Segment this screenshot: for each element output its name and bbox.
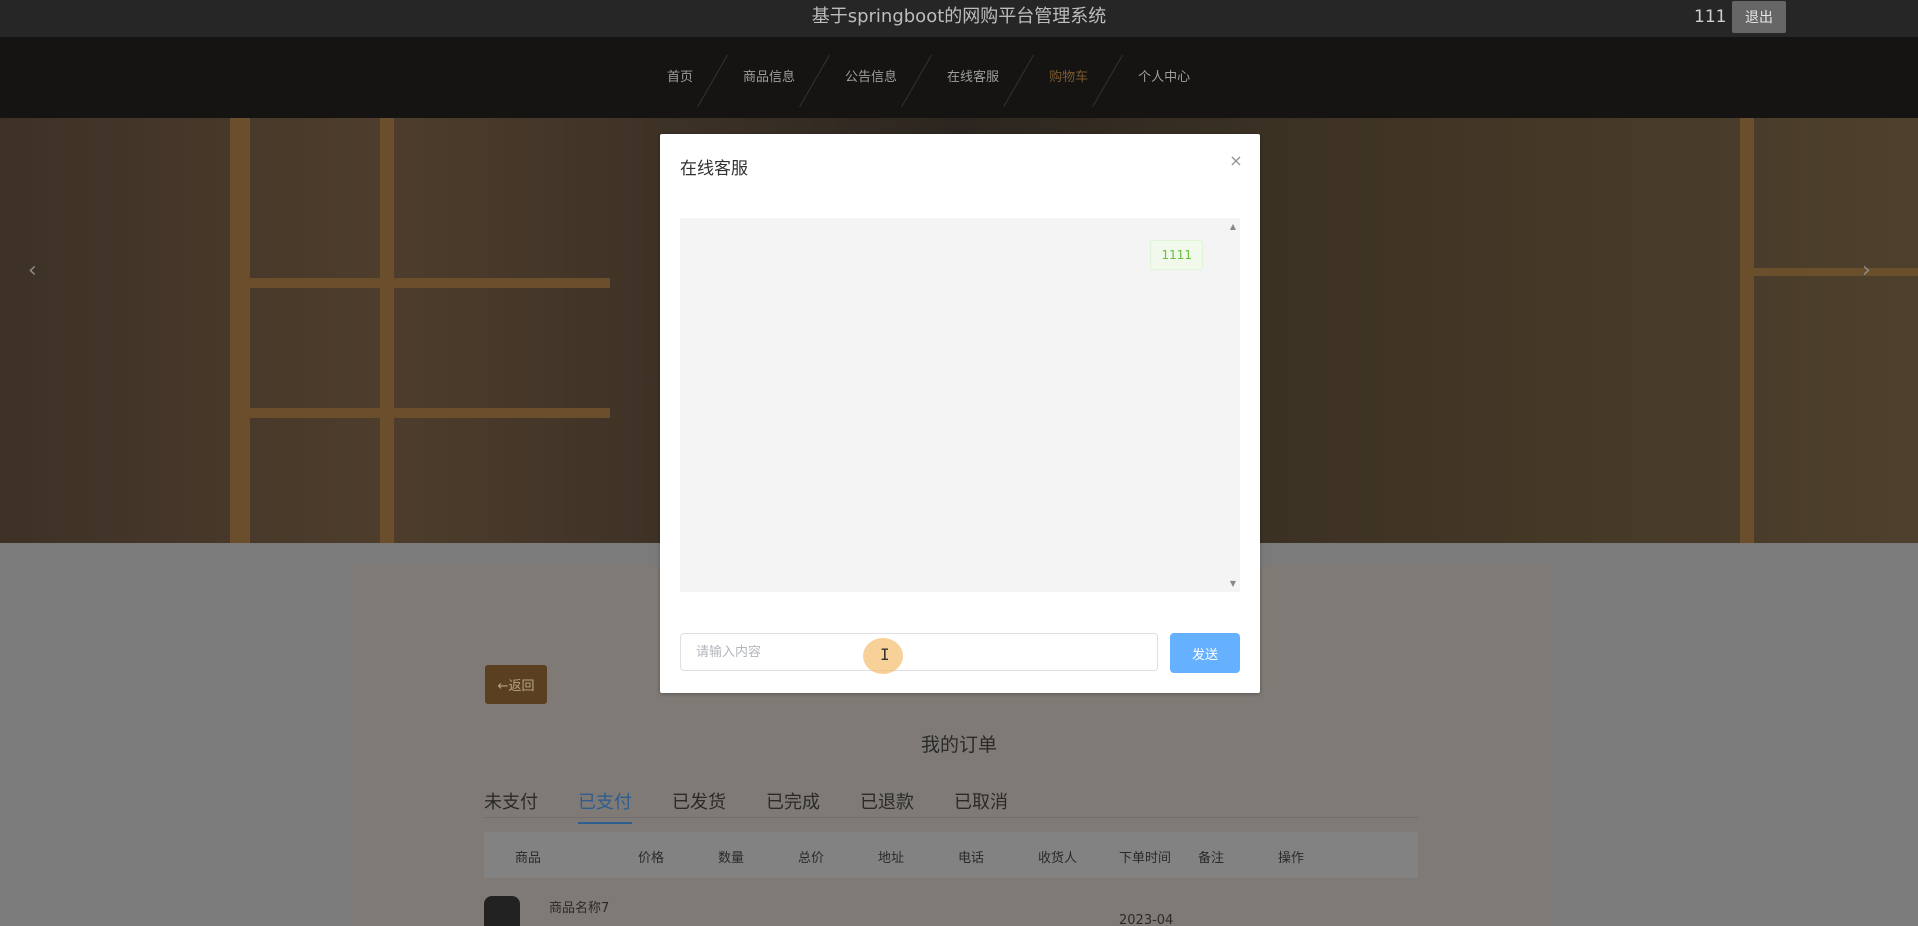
order-date: 2023-04 [1119,913,1174,926]
tabs-divider [484,817,1418,818]
dialog-title: 在线客服 [680,159,748,179]
nav-item-home[interactable]: 首页 [642,37,718,118]
top-bar: 基于springboot的网购平台管理系统 111 退出 [0,0,1918,37]
tab-unpaid[interactable]: 未支付 [484,788,538,824]
banner-shelf [230,118,250,543]
column-header-price: 价格 [638,851,665,866]
logout-button[interactable]: 退出 [1732,1,1786,33]
chevron-left-icon[interactable]: ‹ [28,258,37,283]
tab-refunded[interactable]: 已退款 [860,788,914,824]
column-header-actions: 操作 [1278,851,1305,866]
scroll-down-icon[interactable]: ▼ [1230,579,1236,588]
send-button[interactable]: 发送 [1170,633,1240,673]
column-header-total: 总价 [798,851,825,866]
tab-shipped[interactable]: 已发货 [672,788,726,824]
column-header-order-time: 下单时间 [1119,851,1172,866]
chat-message-bubble: 1111 [1150,240,1203,270]
main-nav: 首页 商品信息 公告信息 在线客服 购物车 个人中心 [0,37,1918,118]
column-header-remark: 备注 [1198,851,1225,866]
banner-shelf [250,278,610,288]
table-row: 商品名称7 2023-04 [484,878,1418,926]
banner-shelf [380,118,394,543]
banner-shelf [250,408,610,418]
nav-item-cart[interactable]: 购物车 [1024,37,1113,118]
text-cursor-icon: I [880,645,890,664]
site-title: 基于springboot的网购平台管理系统 [811,6,1107,27]
chat-message-area[interactable]: 1111 ▲ ▼ [680,218,1240,592]
product-thumbnail [484,896,520,926]
nav-item-customer-service[interactable]: 在线客服 [922,37,1024,118]
back-button[interactable]: ←返回 [485,665,547,704]
scroll-up-icon[interactable]: ▲ [1230,222,1236,231]
tab-completed[interactable]: 已完成 [766,788,820,824]
nav-item-profile[interactable]: 个人中心 [1113,37,1215,118]
column-header-phone: 电话 [958,851,985,866]
column-header-address: 地址 [878,851,905,866]
tab-paid[interactable]: 已支付 [578,788,632,824]
banner-shelf [1740,118,1754,543]
tab-cancelled[interactable]: 已取消 [954,788,1008,824]
order-tabs: 未支付 已支付 已发货 已完成 已退款 已取消 [484,788,1048,824]
customer-service-dialog: 在线客服 × 1111 ▲ ▼ 发送 [660,134,1260,693]
column-header-product: 商品 [515,851,542,866]
nav-item-products[interactable]: 商品信息 [718,37,820,118]
banner-shelf [1740,268,1918,276]
user-name: 111 [1694,7,1727,27]
chat-input[interactable] [680,633,1158,671]
close-icon[interactable]: × [1226,151,1246,171]
page: 基于springboot的网购平台管理系统 111 退出 首页 商品信息 公告信… [0,0,1918,926]
chevron-right-icon[interactable]: › [1862,258,1871,283]
nav-list: 首页 商品信息 公告信息 在线客服 购物车 个人中心 [642,37,1215,118]
orders-title: 我的订单 [920,734,997,756]
orders-table-header: 商品 价格 数量 总价 地址 电话 收货人 下单时间 备注 操作 [484,832,1418,878]
product-name: 商品名称7 [549,901,610,916]
column-header-quantity: 数量 [718,851,745,866]
nav-item-notices[interactable]: 公告信息 [820,37,922,118]
column-header-receiver: 收货人 [1038,851,1078,866]
